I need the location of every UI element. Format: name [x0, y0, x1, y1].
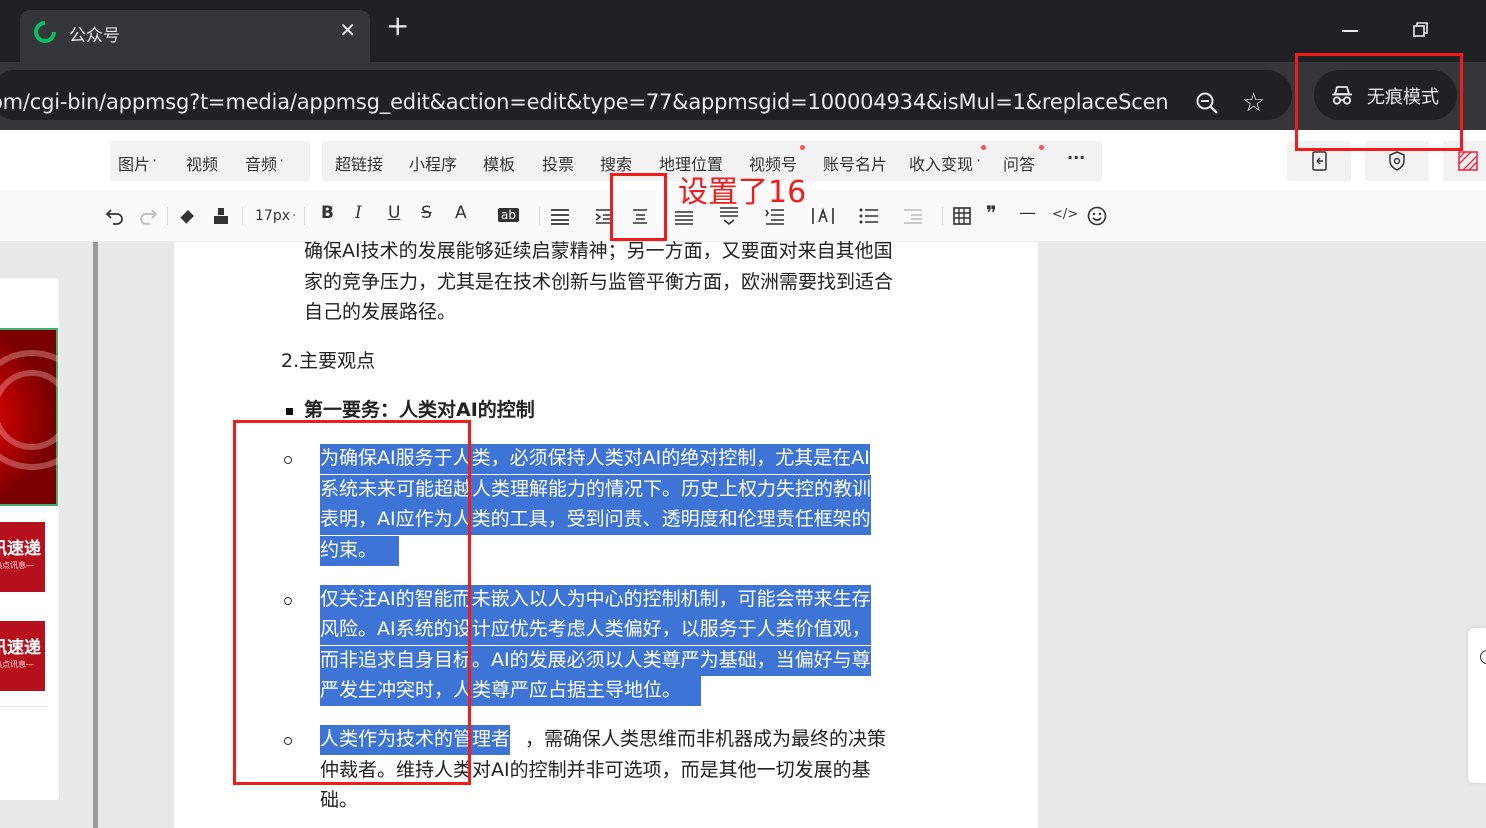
format-painter-icon[interactable] [213, 206, 231, 226]
ribbon-item-vote[interactable]: 投票 [542, 151, 574, 175]
toolbar-separator [942, 207, 943, 225]
paragraph-line[interactable]: 自己的发展路径。 [304, 303, 456, 322]
import-doc-icon [1312, 151, 1327, 171]
ribbon-item-hyperlink[interactable]: 超链接 [335, 151, 383, 175]
underline-button[interactable]: U [388, 205, 400, 222]
align-justify-icon[interactable] [550, 207, 570, 225]
new-dot-badge [981, 145, 986, 150]
redo-icon[interactable] [138, 207, 158, 225]
font-color-button[interactable]: A [455, 205, 467, 222]
article-thumbnail[interactable]: 讯速递 热点讯息— [0, 522, 45, 592]
paragraph-line[interactable]: ，需确保人类思维而非机器成为最终的决策 [525, 730, 886, 749]
url-text[interactable]: om/cgi-bin/appmsg?t=media/appmsg_edit&ac… [0, 90, 1168, 114]
thumbnail-subtitle: 热点讯息— [0, 561, 34, 570]
bullet-heading[interactable]: 第一要务：人类对AI的控制 [304, 401, 535, 420]
section-heading[interactable]: 2.主要观点 [281, 352, 375, 371]
window-minimize-icon[interactable] [1342, 30, 1358, 32]
scrollbar[interactable] [93, 242, 98, 828]
article-list-panel: 讯速递 热点讯息— 讯速递 热点讯息— [0, 278, 59, 800]
brush-pattern-icon [1458, 151, 1478, 171]
ribbon-item-qa[interactable]: 问答 [1003, 151, 1035, 175]
background-color-button[interactable]: ab [498, 208, 519, 222]
font-size-select[interactable]: 17px [255, 209, 290, 223]
divider [0, 706, 48, 707]
tab-title: 公众号 [69, 26, 120, 46]
horizontal-rule-icon[interactable]: — [1019, 205, 1036, 222]
italic-button[interactable]: I [355, 205, 362, 222]
new-dot-badge [800, 145, 805, 150]
toolbar-separator [167, 207, 168, 225]
bookmark-star-icon[interactable]: ☆ [1242, 88, 1265, 118]
letter-spacing-icon[interactable] [812, 207, 834, 225]
ribbon-item-template[interactable]: 模板 [483, 151, 515, 175]
bold-button[interactable]: B [321, 205, 334, 222]
outdent-icon[interactable] [903, 207, 923, 225]
screenshot-root: { "browser": { "tab_title": "公众号", "tab_… [0, 0, 1486, 828]
ribbon-item-account-card[interactable]: 账号名片 [823, 151, 887, 175]
cover-image-thumbnail[interactable] [0, 328, 59, 506]
thumbnail-subtitle: 热点讯息— [0, 660, 34, 669]
ribbon-item-monetize[interactable]: 收入变现 [909, 151, 973, 175]
quote-icon[interactable]: ❞ [986, 203, 997, 223]
ribbon-item-video[interactable]: 视频 [186, 151, 218, 175]
clear-format-icon[interactable] [177, 206, 197, 226]
annotation-box-indent [233, 420, 471, 785]
annotation-text: 设置了16 [678, 175, 807, 210]
more-icon[interactable]: ··· [1067, 148, 1085, 167]
help-icon [1480, 650, 1486, 664]
table-icon[interactable] [953, 207, 971, 225]
article-thumbnail[interactable]: 讯速递 热点讯息— [0, 621, 45, 691]
paragraph-line[interactable]: 确保AI技术的发展能够延续启蒙精神；另一方面，又要面对来自其他国 [304, 242, 893, 261]
shield-icon [1389, 151, 1405, 171]
toolbar-separator [539, 207, 540, 225]
browser-tab-active[interactable]: 公众号 ✕ [20, 10, 370, 62]
browser-toolbar: om/cgi-bin/appmsg?t=media/appmsg_edit&ac… [0, 62, 1486, 130]
floating-side-tab[interactable] [1468, 628, 1486, 783]
toolbar-separator [242, 207, 243, 225]
undo-icon[interactable] [105, 207, 125, 225]
bullet-square-icon [286, 408, 293, 415]
ribbon-item-location[interactable]: 地理位置 [659, 151, 723, 175]
dropdown-caret-icon[interactable]: · [976, 151, 981, 170]
ribbon-item-image[interactable]: 图片 [118, 151, 150, 175]
annotation-box-incognito [1295, 53, 1463, 151]
paragraph-line[interactable]: 家的竞争压力，尤其是在技术创新与监管平衡方面，欧洲需要找到适合 [304, 273, 893, 292]
ribbon-item-search[interactable]: 搜索 [600, 151, 632, 175]
media-group: 图片 · 视频 音频 · [110, 141, 310, 181]
dropdown-caret-icon[interactable]: · [292, 209, 296, 223]
ribbon-item-audio[interactable]: 音频 [245, 151, 277, 175]
toolbar-separator [304, 207, 305, 225]
bullet-list-icon[interactable] [859, 207, 879, 225]
dropdown-caret-icon[interactable]: · [152, 151, 157, 170]
ribbon-item-miniprogram[interactable]: 小程序 [409, 151, 457, 175]
emoji-icon[interactable] [1087, 206, 1107, 226]
code-icon[interactable]: </> [1052, 208, 1078, 221]
ribbon-item-channels[interactable]: 视频号 [749, 151, 797, 175]
dropdown-caret-icon[interactable]: · [279, 151, 284, 170]
zoom-out-icon[interactable] [1194, 90, 1220, 116]
thumbnail-title: 讯速递 [0, 539, 41, 559]
strikethrough-button[interactable]: S [421, 205, 432, 222]
new-tab-button[interactable]: + [386, 12, 409, 40]
paragraph-line[interactable]: 础。 [320, 791, 358, 810]
wechat-channels-icon [34, 20, 57, 43]
new-dot-badge [1039, 145, 1044, 150]
browser-tabstrip: 公众号 ✕ + [0, 0, 1486, 62]
address-bar[interactable]: om/cgi-bin/appmsg?t=media/appmsg_edit&ac… [0, 70, 1292, 120]
annotation-box-spacing [610, 173, 667, 241]
window-restore-icon[interactable] [1413, 22, 1428, 37]
thumbnail-title: 讯速递 [0, 638, 41, 658]
tab-close-icon[interactable]: ✕ [339, 18, 356, 42]
